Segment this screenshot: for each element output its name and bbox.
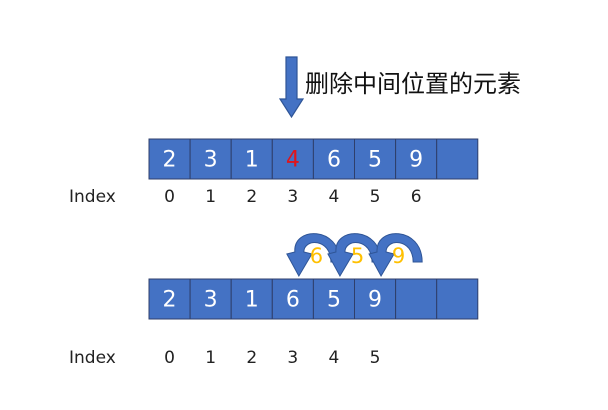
shift-arrows: 6 5 9 [286, 233, 423, 278]
before-cell-value-0: 2 [163, 148, 177, 173]
diagram-title: 删除中间位置的元素 [305, 70, 521, 98]
before-cell-value-6: 9 [409, 148, 423, 173]
after-index-4: 4 [329, 348, 340, 368]
after-index-3: 3 [287, 348, 298, 368]
before-cell-value-4: 6 [327, 148, 341, 173]
after-index-2: 2 [246, 348, 257, 368]
diagram-canvas: 删除中间位置的元素 2314659 Index 0123456 659 2316… [69, 56, 521, 368]
after-cell-value-5: 9 [368, 288, 382, 313]
delete-pointer-arrow-icon [278, 56, 305, 119]
shift-value-0: 6 [310, 244, 323, 268]
after-index-5: 5 [370, 348, 381, 368]
before-index-3: 3 [287, 187, 298, 207]
index-label-after: Index [69, 348, 116, 368]
after-cell-value-0: 2 [163, 288, 177, 313]
before-index-4: 4 [329, 187, 340, 207]
before-cell-value-5: 5 [368, 148, 382, 173]
before-index-5: 5 [370, 187, 381, 207]
after-cell-value-4: 5 [327, 288, 341, 313]
before-cell-value-2: 1 [245, 148, 259, 173]
after-cell-7 [436, 278, 479, 320]
after-index-1: 1 [205, 348, 216, 368]
index-row-after: 0 1 2 3 4 5 [164, 348, 380, 368]
shift-value-1: 5 [351, 244, 364, 268]
before-index-6: 6 [411, 187, 422, 207]
before-cell-value-3: 4 [286, 148, 300, 173]
before-index-1: 1 [205, 187, 216, 207]
after-cell-value-1: 3 [204, 288, 218, 313]
after-cell-value-2: 1 [245, 288, 259, 313]
before-index-0: 0 [164, 187, 175, 207]
shift-value-2: 9 [392, 244, 405, 268]
array-after-delete: 2 3 1 6 5 9 [148, 278, 479, 320]
before-cell-7 [436, 138, 479, 180]
index-row-before: 0 1 2 3 4 5 6 [164, 187, 421, 207]
after-cell-value-3: 6 [286, 288, 300, 313]
index-label-before: Index [69, 187, 116, 207]
after-cell-6 [395, 278, 438, 320]
before-index-2: 2 [246, 187, 257, 207]
before-cell-value-1: 3 [204, 148, 218, 173]
after-index-0: 0 [164, 348, 175, 368]
array-before-delete: 2 3 1 4 6 5 9 [148, 138, 479, 180]
